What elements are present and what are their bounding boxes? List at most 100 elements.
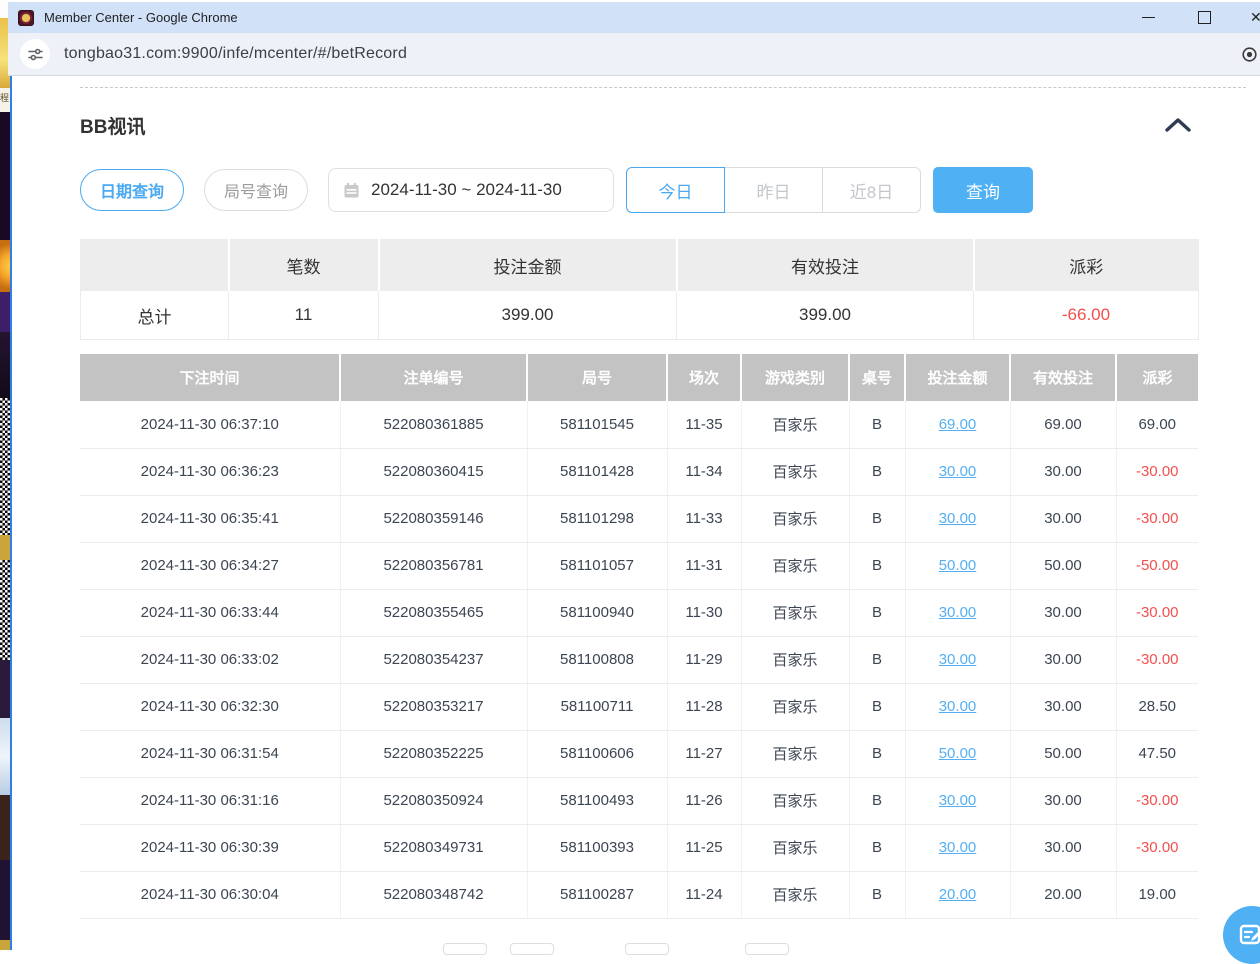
bet-amount-link[interactable]: 30.00	[939, 604, 977, 621]
search-button[interactable]: 查询	[933, 167, 1033, 213]
bet-amount-link[interactable]: 69.00	[939, 416, 977, 433]
table-cell[interactable]: 30.00	[905, 448, 1010, 495]
table-cell: 百家乐	[741, 871, 849, 918]
collapse-chevron-up-icon[interactable]	[1164, 117, 1192, 133]
pagination-button-partial[interactable]	[745, 943, 789, 955]
table-cell: 522080359146	[340, 495, 527, 542]
background-segment	[0, 660, 10, 718]
date-query-button[interactable]: 日期查询	[80, 169, 184, 211]
bet-amount-link[interactable]: 20.00	[939, 886, 977, 903]
table-cell[interactable]: 50.00	[905, 730, 1010, 777]
table-cell: 581101298	[527, 495, 667, 542]
bet-amount-link[interactable]: 30.00	[939, 792, 977, 809]
bet-amount-link[interactable]: 50.00	[939, 745, 977, 762]
records-header-cell: 场次	[667, 354, 741, 401]
bet-amount-link[interactable]: 50.00	[939, 557, 977, 574]
table-cell: 百家乐	[741, 730, 849, 777]
table-cell: 581100393	[527, 824, 667, 871]
summary-header-cell: 笔数	[229, 240, 379, 291]
yesterday-button[interactable]: 昨日	[724, 167, 823, 213]
table-cell: 581100287	[527, 871, 667, 918]
today-button[interactable]: 今日	[626, 167, 725, 213]
maximize-button[interactable]	[1198, 11, 1211, 24]
bet-records-tbody: 2024-11-30 06:37:10522080361885581101545…	[80, 401, 1198, 918]
table-cell: -50.00	[1116, 542, 1198, 589]
bet-amount-link[interactable]: 30.00	[939, 463, 977, 480]
records-header-cell: 有效投注	[1010, 354, 1116, 401]
table-cell: 11-35	[667, 401, 741, 448]
summary-header-row: 笔数投注金额有效投注派彩	[81, 240, 1199, 291]
target-icon[interactable]	[1241, 46, 1258, 68]
round-query-button[interactable]: 局号查询	[204, 169, 308, 211]
site-settings-icon[interactable]	[20, 39, 50, 69]
pagination-button-partial[interactable]	[625, 943, 669, 955]
table-cell[interactable]: 30.00	[905, 683, 1010, 730]
table-cell: 522080353217	[340, 683, 527, 730]
table-row: 2024-11-30 06:30:39522080349731581100393…	[80, 824, 1198, 871]
table-cell: 11-33	[667, 495, 741, 542]
bet-amount-link[interactable]: 30.00	[939, 839, 977, 856]
filter-toolbar: 日期查询 局号查询 2024-11-30 ~ 2024-11-30 今日 昨日 …	[80, 167, 1198, 213]
window-title: Member Center - Google Chrome	[44, 10, 238, 25]
table-cell[interactable]: 30.00	[905, 495, 1010, 542]
table-cell: 50.00	[1010, 542, 1116, 589]
table-cell: 11-31	[667, 542, 741, 589]
table-cell: 69.00	[1116, 401, 1198, 448]
table-cell: 28.50	[1116, 683, 1198, 730]
table-cell[interactable]: 30.00	[905, 589, 1010, 636]
url-text[interactable]: tongbao31.com:9900/infe/mcenter/#/betRec…	[64, 45, 407, 63]
table-row: 2024-11-30 06:33:02522080354237581100808…	[80, 636, 1198, 683]
table-row: 2024-11-30 06:31:54522080352225581100606…	[80, 730, 1198, 777]
pagination-button-partial[interactable]	[510, 943, 554, 955]
table-cell: B	[849, 871, 905, 918]
table-cell[interactable]: 30.00	[905, 636, 1010, 683]
table-cell: 522080348742	[340, 871, 527, 918]
table-cell: 百家乐	[741, 448, 849, 495]
table-cell[interactable]: 30.00	[905, 824, 1010, 871]
table-cell: 百家乐	[741, 542, 849, 589]
table-cell: 11-29	[667, 636, 741, 683]
panel-title: BB视讯	[80, 112, 145, 139]
table-cell: 2024-11-30 06:34:27	[80, 542, 340, 589]
table-cell[interactable]: 69.00	[905, 401, 1010, 448]
table-cell: 581101428	[527, 448, 667, 495]
summary-value-cell: 399.00	[677, 291, 974, 340]
table-cell: 百家乐	[741, 589, 849, 636]
table-cell[interactable]: 30.00	[905, 777, 1010, 824]
table-cell: -30.00	[1116, 636, 1198, 683]
records-header-cell: 桌号	[849, 354, 905, 401]
table-cell[interactable]: 20.00	[905, 871, 1010, 918]
close-button[interactable]: ✕	[1250, 9, 1260, 26]
calendar-icon	[343, 182, 360, 199]
table-cell: B	[849, 448, 905, 495]
minimize-button[interactable]	[1142, 17, 1155, 18]
app-icon	[18, 10, 34, 26]
table-cell: 581100493	[527, 777, 667, 824]
records-header-row: 下注时间注单编号局号场次游戏类别桌号投注金额有效投注派彩	[80, 354, 1198, 401]
dashed-divider	[80, 87, 1246, 88]
table-cell[interactable]: 50.00	[905, 542, 1010, 589]
table-cell: B	[849, 683, 905, 730]
table-cell: 百家乐	[741, 636, 849, 683]
bet-amount-link[interactable]: 30.00	[939, 510, 977, 527]
table-cell: 2024-11-30 06:33:44	[80, 589, 340, 636]
pagination-button-partial[interactable]	[443, 943, 487, 955]
background-segment	[0, 292, 10, 332]
bet-amount-link[interactable]: 30.00	[939, 651, 977, 668]
table-cell: 522080352225	[340, 730, 527, 777]
background-segment	[0, 535, 10, 560]
bet-amount-link[interactable]: 30.00	[939, 698, 977, 715]
table-row: 2024-11-30 06:32:30522080353217581100711…	[80, 683, 1198, 730]
quick-date-segmented-control: 今日 昨日 近8日	[626, 167, 921, 213]
panel-header: BB视讯	[80, 110, 1198, 140]
background-segment	[0, 240, 10, 292]
table-cell: -30.00	[1116, 495, 1198, 542]
table-cell: 581101057	[527, 542, 667, 589]
table-cell: 11-24	[667, 871, 741, 918]
table-cell: 百家乐	[741, 683, 849, 730]
last-8-days-button[interactable]: 近8日	[822, 167, 921, 213]
background-segment	[0, 860, 10, 940]
date-range-input[interactable]: 2024-11-30 ~ 2024-11-30	[328, 168, 614, 212]
table-cell: 11-30	[667, 589, 741, 636]
table-cell: 522080361885	[340, 401, 527, 448]
